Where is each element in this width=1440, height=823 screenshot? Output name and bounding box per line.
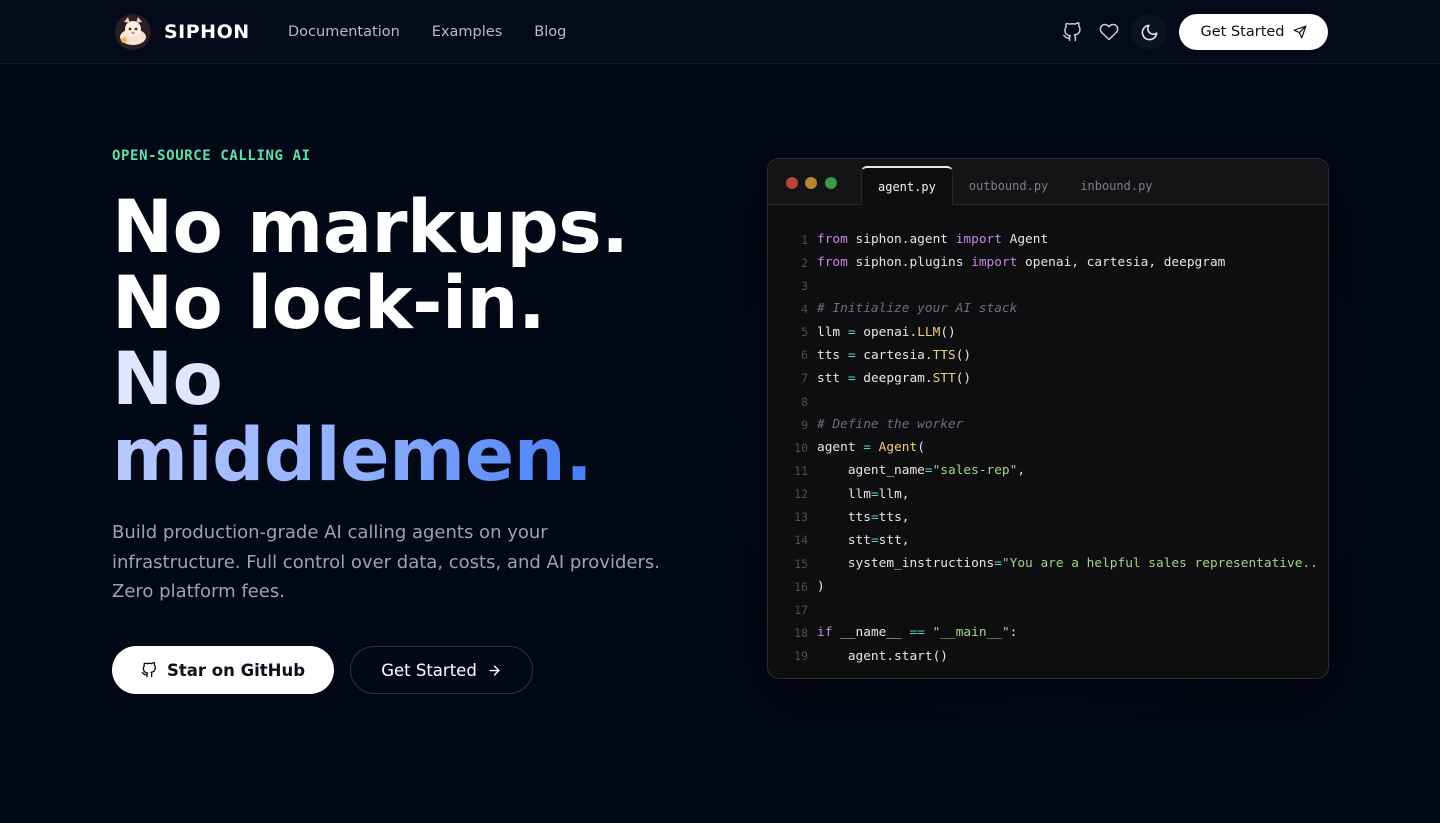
- line-number: 6: [801, 348, 808, 363]
- line-text: agent.start(): [817, 648, 948, 664]
- line-text: llm=llm,: [817, 486, 910, 502]
- code-line: 14 stt=stt,: [768, 529, 1328, 552]
- star-on-github-label: Star on GitHub: [166, 660, 306, 680]
- line-number: 8: [801, 394, 808, 409]
- code-line: 1 from siphon.agent import Agent: [768, 228, 1328, 251]
- line-number: 11: [794, 463, 808, 478]
- hero-actions: Star on GitHub Get Started: [112, 646, 533, 694]
- line-number: 17: [794, 602, 808, 617]
- hero-get-started-button[interactable]: Get Started: [350, 646, 533, 694]
- code-line: 2 from siphon.plugins import openai, cart…: [768, 251, 1328, 274]
- line-number: 7: [801, 371, 808, 386]
- line-text: if __name__ == "__main__":: [817, 625, 1018, 641]
- line-number: 5: [801, 325, 808, 340]
- line-number: 10: [794, 440, 808, 455]
- code-line: 8: [768, 390, 1328, 413]
- code-line: 5 llm = openai.LLM(): [768, 321, 1328, 344]
- line-text: llm = openai.LLM(): [817, 324, 956, 340]
- line-text: ): [817, 579, 825, 595]
- star-on-github-button[interactable]: Star on GitHub: [112, 646, 334, 694]
- window-close-dot: [786, 177, 798, 189]
- code-line: 19 agent.start(): [768, 645, 1328, 668]
- line-text: system_instructions="You are a helpful s…: [817, 556, 1318, 572]
- moon-icon: [1141, 24, 1157, 40]
- sponsor-button[interactable]: [1091, 14, 1127, 50]
- siphon-logo-icon: [114, 13, 152, 51]
- headline-line-2: No lock-in.: [112, 261, 546, 346]
- tab-outbound-py[interactable]: outbound.py: [953, 166, 1064, 205]
- send-icon: [1293, 25, 1306, 39]
- line-number: 3: [801, 278, 808, 293]
- code-line: 15 system_instructions="You are a helpfu…: [768, 552, 1328, 575]
- line-number: 1: [801, 232, 808, 247]
- line-number: 12: [794, 487, 808, 502]
- code-block: 1 from siphon.agent import Agent 2 from sip…: [768, 228, 1328, 668]
- line-number: 9: [801, 417, 808, 432]
- code-line: 17: [768, 598, 1328, 621]
- window-minimize-dot: [805, 177, 817, 189]
- line-number: 16: [794, 579, 808, 594]
- nav-get-started-button[interactable]: Get Started: [1179, 14, 1328, 50]
- line-number: 19: [794, 649, 808, 664]
- code-line: 4 # Initialize your AI stack: [768, 297, 1328, 320]
- line-text: stt=stt,: [817, 532, 910, 548]
- line-text: # Define the worker: [817, 417, 964, 433]
- line-number: 15: [794, 556, 808, 571]
- nav-link-documentation[interactable]: Documentation: [288, 24, 400, 40]
- line-number: 2: [801, 255, 808, 270]
- code-line: 3: [768, 274, 1328, 297]
- headline-line-3: No: [112, 337, 223, 422]
- code-line: 12 llm=llm,: [768, 483, 1328, 506]
- tab-inbound-py[interactable]: inbound.py: [1064, 166, 1168, 205]
- nav-get-started-label: Get Started: [1200, 24, 1285, 40]
- hero-get-started-label: Get Started: [381, 660, 477, 680]
- brand[interactable]: SIPHON: [114, 12, 250, 52]
- hero-eyebrow: OPEN-SOURCE CALLING AI: [112, 148, 311, 164]
- github-icon: [141, 662, 156, 678]
- line-text: from siphon.agent import Agent: [817, 232, 1049, 248]
- line-text: stt = deepgram.STT(): [817, 370, 972, 386]
- line-text: from siphon.plugins import openai, carte…: [817, 255, 1226, 271]
- theme-toggle-button[interactable]: [1131, 14, 1167, 50]
- line-text: tts=tts,: [817, 509, 910, 525]
- code-line: 11 agent_name="sales-rep",: [768, 459, 1328, 482]
- github-link[interactable]: [1054, 14, 1090, 50]
- line-text: tts = cartesia.TTS(): [817, 347, 972, 363]
- line-text: agent_name="sales-rep",: [817, 463, 1026, 479]
- line-number: 4: [801, 301, 808, 316]
- editor-tabs: agent.py outbound.py inbound.py: [861, 166, 1169, 205]
- brand-name: SIPHON: [164, 21, 250, 43]
- nav-link-blog[interactable]: Blog: [534, 24, 566, 40]
- line-text: agent = Agent(: [817, 440, 925, 456]
- hero-headline: No markups. No lock-in. No middlemen.: [112, 190, 732, 494]
- line-number: 13: [794, 510, 808, 525]
- heart-icon: [1099, 23, 1119, 41]
- code-line: 13 tts=tts,: [768, 506, 1328, 529]
- line-number: 14: [794, 533, 808, 548]
- code-editor-window: agent.py outbound.py inbound.py 1 from si…: [767, 158, 1329, 679]
- hero-subtitle: Build production-grade AI calling agents…: [112, 522, 660, 602]
- code-line: 16): [768, 575, 1328, 598]
- nav-actions: Get Started: [1053, 14, 1328, 50]
- editor-titlebar: agent.py outbound.py inbound.py: [768, 159, 1328, 205]
- github-icon: [1062, 22, 1081, 42]
- code-line: 10 agent = Agent(: [768, 436, 1328, 459]
- code-line: 18 if __name__ == "__main__":: [768, 621, 1328, 644]
- tab-agent-py[interactable]: agent.py: [861, 166, 953, 205]
- code-line: 6 tts = cartesia.TTS(): [768, 344, 1328, 367]
- arrow-right-icon: [489, 664, 500, 676]
- headline-line-4: middlemen.: [112, 418, 732, 494]
- code-line: 7 stt = deepgram.STT(): [768, 367, 1328, 390]
- line-text: # Initialize your AI stack: [817, 301, 1018, 317]
- top-navbar: SIPHON Documentation Examples Blog Get S…: [0, 0, 1440, 64]
- line-number: 18: [794, 625, 808, 640]
- nav-links: Documentation Examples Blog: [288, 0, 566, 64]
- headline-line-1: No markups.: [112, 185, 629, 270]
- code-line: 9 # Define the worker: [768, 413, 1328, 436]
- nav-link-examples[interactable]: Examples: [432, 24, 502, 40]
- window-maximize-dot: [825, 177, 837, 189]
